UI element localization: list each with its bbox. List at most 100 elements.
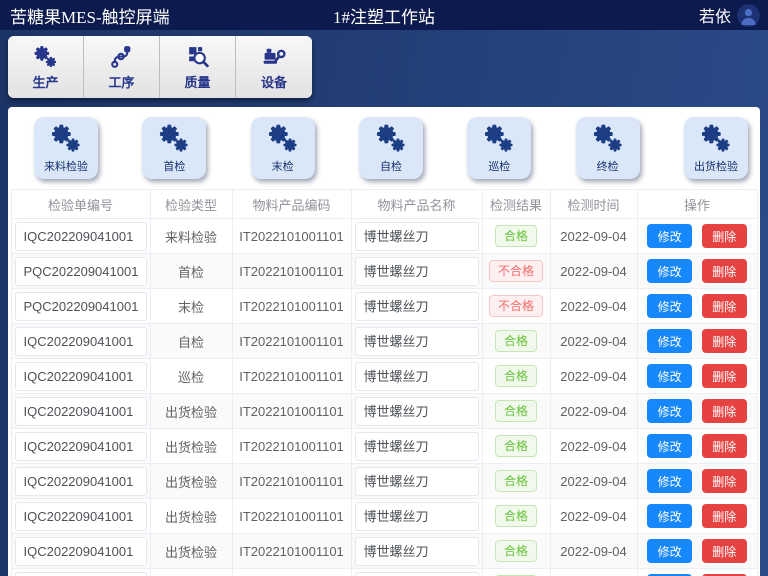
inspection-type-button[interactable]: 首检 — [142, 117, 206, 179]
edit-button[interactable]: 修改 — [647, 329, 692, 353]
toolbar-equipment-button[interactable]: 设备 — [236, 36, 312, 98]
toolbar-process-button[interactable]: 工序 — [84, 36, 160, 98]
inspection-type-label: 巡检 — [488, 158, 510, 174]
inspect-date-cell: 2022-09-04 — [550, 464, 637, 499]
toolbar-production-button[interactable]: 生产 — [8, 36, 84, 98]
gears-icon — [33, 44, 58, 69]
column-header: 检测时间 — [550, 190, 637, 219]
table-header-row: 检验单编号检验类型物料产品编码物料产品名称检测结果检测时间操作 — [11, 190, 757, 219]
user-avatar-icon — [737, 4, 760, 27]
inspection-type-button[interactable]: 自检 — [359, 117, 423, 179]
inspect-date-cell: 2022-09-04 — [550, 534, 637, 569]
double-gear-icon — [374, 122, 408, 154]
table-row: IQC202209041001 出货检验 IT2022101001101 博世螺… — [11, 534, 757, 569]
order-no-cell: PQC202209041001 — [15, 292, 147, 321]
delete-button[interactable]: 删除 — [702, 364, 747, 388]
table-row: IQC202209041001 出货检验 IT2022101001101 博世螺… — [11, 429, 757, 464]
delete-button[interactable]: 删除 — [702, 329, 747, 353]
toolbar-quality-button[interactable]: 质量 — [160, 36, 236, 98]
order-no-cell: IQC202209041001 — [15, 467, 147, 496]
toolbar-label: 质量 — [184, 72, 210, 91]
delete-button[interactable]: 删除 — [702, 469, 747, 493]
material-name-cell: 博世螺丝刀 — [355, 572, 479, 576]
material-name-cell: 博世螺丝刀 — [355, 292, 479, 321]
double-gear-icon — [591, 122, 625, 154]
result-badge: 合格 — [495, 435, 537, 457]
delete-button[interactable]: 删除 — [702, 504, 747, 528]
material-code-cell: IT2022101001101 — [232, 464, 351, 499]
column-header: 检测结果 — [482, 190, 550, 219]
table-row: IQC202209041001 出货检验 IT2022101001101 博世螺… — [11, 499, 757, 534]
material-code-cell: IT2022101001101 — [232, 394, 351, 429]
inspection-type-cell: 出货检验 — [150, 464, 232, 499]
double-gear-icon — [49, 122, 83, 154]
result-badge: 合格 — [495, 505, 537, 527]
order-no-cell: IQC202209041001 — [15, 397, 147, 426]
inspection-type-button[interactable]: 终检 — [576, 117, 640, 179]
order-no-cell: IQC202209041001 — [15, 432, 147, 461]
material-name-cell: 博世螺丝刀 — [355, 502, 479, 531]
edit-button[interactable]: 修改 — [647, 469, 692, 493]
column-header: 检验类型 — [150, 190, 232, 219]
inspection-type-cell: 自检 — [150, 324, 232, 359]
table-row: IQC202209041001 出货检验 IT2022101001101 博世螺… — [11, 569, 757, 576]
content-panel: 来料检验 首检 末检 自检 巡检 终检 出货检验 检验单编号检验类型物料产品编码… — [8, 107, 760, 576]
table-row: IQC202209041001 来料检验 IT2022101001101 博世螺… — [11, 219, 757, 254]
inspection-type-button[interactable]: 出货检验 — [684, 117, 748, 179]
inspection-type-button[interactable]: 末检 — [251, 117, 315, 179]
column-header: 检验单编号 — [11, 190, 150, 219]
toolbar-label: 工序 — [108, 72, 134, 91]
delete-button[interactable]: 删除 — [702, 434, 747, 458]
inspect-date-cell: 2022-09-04 — [550, 219, 637, 254]
edit-button[interactable]: 修改 — [647, 364, 692, 388]
double-gear-icon — [157, 122, 191, 154]
username: 若依 — [699, 3, 731, 27]
quality-inspect-icon — [185, 44, 210, 69]
order-no-cell: IQC202209041001 — [15, 327, 147, 356]
order-no-cell: PQC202209041001 — [15, 257, 147, 286]
result-badge: 合格 — [495, 225, 537, 247]
inspection-type-cell: 出货检验 — [150, 569, 232, 576]
double-gear-icon — [699, 122, 733, 154]
toolbar-label: 生产 — [32, 72, 58, 91]
material-code-cell: IT2022101001101 — [232, 499, 351, 534]
inspection-type-cell: 出货检验 — [150, 429, 232, 464]
material-code-cell: IT2022101001101 — [232, 254, 351, 289]
inspection-type-cell: 来料检验 — [150, 219, 232, 254]
material-code-cell: IT2022101001101 — [232, 289, 351, 324]
material-name-cell: 博世螺丝刀 — [355, 222, 479, 251]
inspect-date-cell: 2022-09-04 — [550, 359, 637, 394]
edit-button[interactable]: 修改 — [647, 224, 692, 248]
inspection-type-button[interactable]: 来料检验 — [34, 117, 98, 179]
column-header: 操作 — [637, 190, 757, 219]
avatar[interactable] — [737, 4, 760, 27]
result-badge: 不合格 — [489, 260, 543, 282]
inspect-date-cell: 2022-09-04 — [550, 289, 637, 324]
delete-button[interactable]: 删除 — [702, 399, 747, 423]
edit-button[interactable]: 修改 — [647, 539, 692, 563]
edit-button[interactable]: 修改 — [647, 504, 692, 528]
delete-button[interactable]: 删除 — [702, 224, 747, 248]
table-row: IQC202209041001 出货检验 IT2022101001101 博世螺… — [11, 464, 757, 499]
material-name-cell: 博世螺丝刀 — [355, 467, 479, 496]
material-name-cell: 博世螺丝刀 — [355, 432, 479, 461]
result-badge: 合格 — [495, 400, 537, 422]
delete-button[interactable]: 删除 — [702, 294, 747, 318]
inspection-type-cell: 末检 — [150, 289, 232, 324]
inspection-type-cell: 首检 — [150, 254, 232, 289]
inspection-type-button[interactable]: 巡检 — [467, 117, 531, 179]
inspection-type-cell: 出货检验 — [150, 394, 232, 429]
delete-button[interactable]: 删除 — [702, 539, 747, 563]
inspection-table: 检验单编号检验类型物料产品编码物料产品名称检测结果检测时间操作 IQC20220… — [11, 189, 758, 576]
column-header: 物料产品名称 — [351, 190, 482, 219]
edit-button[interactable]: 修改 — [647, 399, 692, 423]
order-no-cell: IQC202209041001 — [15, 502, 147, 531]
inspection-type-label: 终检 — [597, 158, 619, 174]
edit-button[interactable]: 修改 — [647, 259, 692, 283]
inspect-date-cell: 2022-09-04 — [550, 254, 637, 289]
edit-button[interactable]: 修改 — [647, 434, 692, 458]
edit-button[interactable]: 修改 — [647, 294, 692, 318]
delete-button[interactable]: 删除 — [702, 259, 747, 283]
material-name-cell: 博世螺丝刀 — [355, 537, 479, 566]
material-code-cell: IT2022101001101 — [232, 569, 351, 576]
